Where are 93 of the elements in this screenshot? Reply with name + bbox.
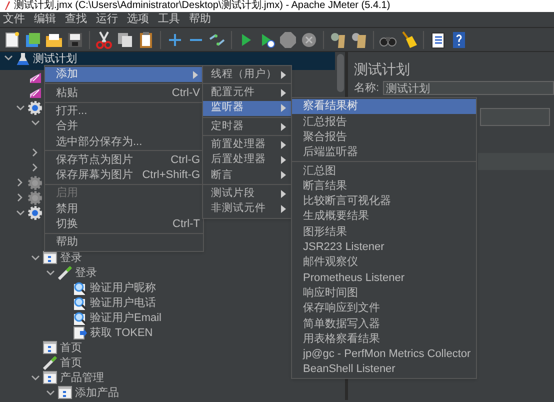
- menu-item[interactable]: JSR223 Listener: [292, 240, 476, 255]
- menu-item[interactable]: jp@gc - PerfMon Metrics Collector: [292, 346, 476, 362]
- chevron-right-icon[interactable]: [32, 163, 38, 172]
- tree-item[interactable]: 验证用户Email: [90, 310, 162, 324]
- menu-item[interactable]: 生成概要结果: [292, 209, 476, 224]
- controller-icon: [43, 341, 57, 354]
- copy-icon[interactable]: [116, 30, 134, 48]
- tree-item[interactable]: 登录: [75, 266, 97, 280]
- chevron-down-icon[interactable]: [46, 270, 54, 276]
- menu-item[interactable]: 聚合报告: [292, 130, 476, 145]
- menu-item[interactable]: 线程（用户）: [203, 67, 291, 82]
- chevron-down-icon[interactable]: [30, 254, 40, 260]
- menu-item[interactable]: 合并: [45, 118, 203, 134]
- menu-item[interactable]: 图形结果: [292, 224, 476, 240]
- tree-item[interactable]: 登录: [60, 250, 82, 264]
- menu-item[interactable]: 定时器: [203, 118, 291, 134]
- menu-item[interactable]: 配置元件: [203, 85, 291, 101]
- chevron-down-icon[interactable]: [30, 120, 40, 126]
- tree-item[interactable]: 验证用户昵称: [90, 280, 156, 294]
- menu-item[interactable]: 编辑: [34, 12, 56, 27]
- tree-item[interactable]: 首页: [60, 340, 82, 354]
- menu-item[interactable]: 选项: [127, 12, 149, 27]
- menu-item[interactable]: 文件: [3, 12, 25, 27]
- magnifier-icon: [73, 296, 87, 310]
- menu-item[interactable]: 添加: [45, 67, 203, 82]
- menu-item[interactable]: 保存响应到文件: [292, 300, 476, 316]
- chevron-down-icon[interactable]: [16, 210, 24, 216]
- chevron-down-icon[interactable]: [16, 104, 24, 110]
- tree-item[interactable]: 验证用户电话: [90, 296, 156, 310]
- menu-item[interactable]: 帮助: [45, 234, 203, 250]
- menu-item[interactable]: 查找: [65, 12, 87, 27]
- chevron-right-icon[interactable]: [32, 148, 38, 157]
- clipboard-icon[interactable]: [137, 30, 155, 48]
- controller-icon: [43, 371, 57, 384]
- menu-item[interactable]: 邮件观察仪: [292, 254, 476, 270]
- menu-item[interactable]: 打开...: [45, 104, 203, 119]
- help-icon[interactable]: [450, 30, 468, 48]
- menu-item[interactable]: 察看结果树: [292, 99, 476, 114]
- scrollbar-thumb[interactable]: [336, 54, 344, 92]
- scissors-icon[interactable]: [95, 30, 113, 48]
- menu-item[interactable]: 测试片段: [203, 186, 291, 202]
- tree-item[interactable]: 产品管理: [60, 370, 104, 384]
- panel-title: 测试计划: [353, 60, 411, 78]
- menu-item[interactable]: 汇总图: [292, 163, 476, 178]
- menu-item[interactable]: 前置处理器: [203, 137, 291, 152]
- menu-item[interactable]: 粘贴 Ctrl-V: [45, 85, 203, 101]
- save-icon[interactable]: [66, 30, 84, 48]
- chevron-down-icon[interactable]: [46, 390, 54, 396]
- tree-item[interactable]: 获取 TOKEN: [90, 326, 153, 340]
- menu-item[interactable]: 帮助: [189, 12, 211, 27]
- menu-item[interactable]: 简单数据写入器: [292, 316, 476, 332]
- tree-item[interactable]: 首页: [60, 356, 82, 370]
- magnifier-icon: [73, 310, 87, 324]
- comments-field[interactable]: [480, 108, 550, 126]
- menu-item[interactable]: 后置处理器: [203, 152, 291, 168]
- function-list-icon[interactable]: [429, 30, 447, 48]
- controller-icon: [58, 386, 72, 399]
- shutdown-icon[interactable]: [300, 30, 318, 48]
- menu-item[interactable]: 工具: [158, 12, 180, 27]
- broom-icon[interactable]: [400, 30, 418, 48]
- menu-item[interactable]: 断言: [203, 168, 291, 184]
- pen-icon: [58, 266, 72, 280]
- templates-icon[interactable]: [24, 30, 42, 48]
- flask-icon: [17, 52, 29, 66]
- pen-icon: [43, 356, 57, 370]
- name-label: 名称:: [354, 82, 380, 94]
- menu-item[interactable]: 非测试元件: [203, 201, 291, 217]
- menu-item[interactable]: 切换 Ctrl-T: [45, 216, 203, 232]
- chevron-down-icon[interactable]: [30, 374, 40, 380]
- menu-item[interactable]: 汇总报告: [292, 114, 476, 130]
- tree-item[interactable]: 添加产品: [75, 386, 119, 400]
- chevron-down-icon[interactable]: [4, 55, 12, 61]
- menu-item[interactable]: 运行: [96, 12, 118, 27]
- magnifier-icon: [73, 280, 87, 294]
- chart-icon: [28, 72, 42, 84]
- menu-item[interactable]: 比较断言可视化器: [292, 194, 476, 210]
- menu-item[interactable]: 后端监听器: [292, 144, 476, 160]
- menu-item[interactable]: 响应时间图: [292, 286, 476, 301]
- new-file-icon[interactable]: [3, 30, 21, 48]
- menu-item[interactable]: 保存节点为图片 Ctrl-G: [45, 152, 203, 168]
- chart-icon: [28, 86, 42, 98]
- menu-item[interactable]: 选中部分保存为...: [45, 134, 203, 150]
- menu-item[interactable]: 禁用: [45, 201, 203, 217]
- menu-item[interactable]: BeanShell Listener: [292, 362, 476, 378]
- menu-item[interactable]: 监听器: [203, 100, 291, 116]
- menu-item[interactable]: Prometheus Listener: [292, 270, 476, 286]
- menu-item[interactable]: 断言结果: [292, 178, 476, 194]
- menu-item[interactable]: 用表格察看结果: [292, 331, 476, 347]
- window-title: 测试计划.jmx (C:\Users\Administrator\Desktop\测试计划.jmx) - Apache JMeter (5.4.1): [14, 0, 390, 12]
- menu-item[interactable]: 保存屏幕为图片 Ctrl+Shift-G: [45, 168, 203, 184]
- tree-item[interactable]: 测试计划: [33, 52, 77, 66]
- name-field[interactable]: 测试计划: [383, 81, 554, 95]
- controller-icon: [43, 251, 57, 264]
